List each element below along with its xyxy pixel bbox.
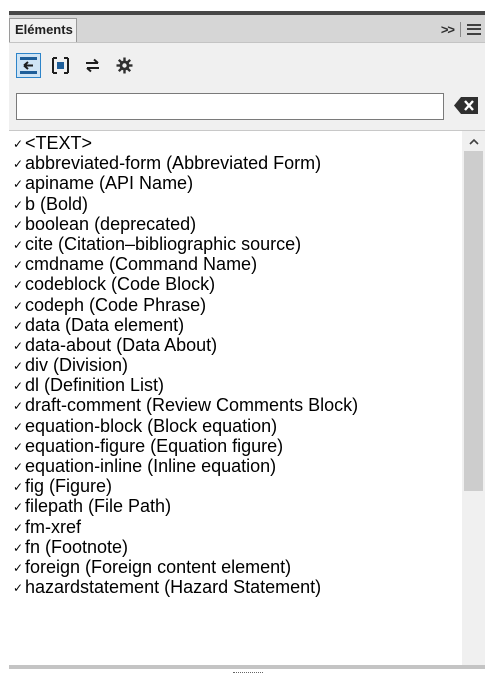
list-item-label: fm-xref: [25, 516, 81, 537]
list-item[interactable]: ✓ filepath (File Path): [13, 496, 461, 516]
list-item-label: <TEXT>: [25, 133, 93, 153]
settings-button[interactable]: [112, 53, 137, 78]
tab-elements[interactable]: Eléments: [9, 18, 77, 42]
list-item-label: codeblock (Code Block): [25, 274, 216, 295]
scroll-up-button[interactable]: [462, 133, 485, 149]
list-item[interactable]: ✓ cite (Citation–bibliographic source): [13, 234, 461, 254]
list-item-label: fig (Figure): [25, 476, 113, 497]
list-item-label: foreign (Foreign content element): [25, 556, 292, 577]
checkmark-icon: ✓: [13, 197, 24, 212]
checkmark-icon: ✓: [13, 460, 24, 474]
list-item[interactable]: ✓ boolean (deprecated): [13, 214, 461, 234]
checkmark-icon: ✓: [13, 177, 24, 192]
element-list-items: ✓ <TEXT> ✓ abbreviated-form (Abbreviated Fo…: [13, 133, 461, 597]
insert-element-button[interactable]: [16, 53, 41, 78]
list-item[interactable]: ✓ equation-block (Block equation): [13, 416, 461, 436]
checkmark-icon: ✓: [13, 581, 24, 596]
clear-search-icon: [454, 97, 478, 114]
list-item-label: equation-figure (Equation figure): [25, 435, 284, 456]
list-item[interactable]: ✓ draft-comment (Review Comments Block): [13, 395, 461, 415]
change-element-button[interactable]: [80, 53, 105, 78]
list-item-label: equation-block (Block equation): [25, 415, 278, 436]
checkmark-icon: ✓: [13, 258, 24, 273]
element-search-input[interactable]: [16, 93, 444, 120]
checkmark-icon: ✓: [13, 379, 24, 394]
list-item[interactable]: ✓ dl (Definition List): [13, 375, 461, 395]
list-item[interactable]: ✓ abbreviated-form (Abbreviated Form): [13, 153, 461, 173]
checkmark-icon: ✓: [13, 217, 24, 232]
elements-panel: Eléments >> ✓ <TEXT> ✓ abbreviated-form …: [9, 15, 485, 673]
list-item[interactable]: ✓ data (Data element): [13, 315, 461, 335]
checkmark-icon: ✓: [13, 540, 24, 555]
settings-gear-icon: [116, 57, 133, 74]
list-item-label: dl (Definition List): [25, 375, 165, 396]
checkmark-icon: ✓: [13, 560, 24, 575]
checkmark-icon: ✓: [13, 338, 24, 353]
list-item[interactable]: ✓ hazardstatement (Hazard Statement): [13, 577, 461, 597]
checkmark-icon: ✓: [13, 439, 24, 454]
list-item[interactable]: ✓ codeblock (Code Block): [13, 274, 461, 294]
wrap-element-button[interactable]: [48, 53, 73, 78]
checkmark-icon: ✓: [13, 500, 24, 515]
scroll-thumb[interactable]: [464, 151, 483, 491]
list-item-label: div (Division): [25, 355, 129, 376]
list-item[interactable]: ✓ fm-xref: [13, 517, 461, 537]
expand-panel-icon[interactable]: >>: [441, 22, 455, 37]
list-item-label: cmdname (Command Name): [25, 254, 258, 275]
wrap-element-icon: [52, 57, 69, 74]
checkmark-icon: ✓: [13, 137, 24, 151]
list-item[interactable]: ✓ div (Division): [13, 355, 461, 375]
list-item-label: filepath (File Path): [25, 496, 172, 517]
vertical-scrollbar[interactable]: [462, 131, 485, 666]
list-item[interactable]: ✓ foreign (Foreign content element): [13, 557, 461, 577]
list-item-label: apiname (API Name): [25, 173, 194, 194]
list-item-label: data (Data element): [25, 314, 185, 335]
panel-menu-icon[interactable]: [467, 23, 481, 35]
list-item[interactable]: ✓ equation-figure (Equation figure): [13, 436, 461, 456]
checkmark-icon: ✓: [13, 520, 24, 535]
list-item-label: b (Bold): [25, 193, 89, 214]
panel-tab-bar: Eléments >>: [9, 15, 485, 43]
element-list: ✓ <TEXT> ✓ abbreviated-form (Abbreviated Fo…: [9, 130, 485, 666]
list-item[interactable]: ✓ b (Bold): [13, 194, 461, 214]
element-toolbar: [16, 53, 137, 79]
insert-element-icon: [20, 57, 37, 74]
list-item[interactable]: ✓ <TEXT>: [13, 133, 461, 153]
list-item-label: cite (Citation–bibliographic source): [25, 233, 302, 254]
checkmark-icon: ✓: [13, 419, 24, 434]
checkmark-icon: ✓: [13, 359, 24, 374]
list-item-label: boolean (deprecated): [25, 213, 197, 234]
list-item[interactable]: ✓ fn (Footnote): [13, 537, 461, 557]
list-item[interactable]: ✓ equation-inline (Inline equation): [13, 456, 461, 476]
controls-divider: [460, 21, 461, 37]
list-item-label: data-about (Data About): [25, 334, 218, 355]
checkmark-icon: ✓: [13, 298, 24, 313]
panel-bottom-border: [9, 665, 485, 669]
list-item[interactable]: ✓ codeph (Code Phrase): [13, 295, 461, 315]
panel-controls: >>: [441, 21, 481, 37]
chevron-up-icon: [468, 138, 479, 145]
list-item-label: fn (Footnote): [25, 536, 129, 557]
list-item[interactable]: ✓ fig (Figure): [13, 476, 461, 496]
checkmark-icon: ✓: [13, 318, 24, 333]
clear-search-button[interactable]: [453, 96, 479, 115]
list-item[interactable]: ✓ data-about (Data About): [13, 335, 461, 355]
change-element-icon: [86, 58, 99, 73]
list-item-label: hazardstatement (Hazard Statement): [25, 577, 322, 598]
checkmark-icon: ✓: [13, 399, 24, 414]
checkmark-icon: ✓: [13, 278, 24, 293]
list-item-label: codeph (Code Phrase): [25, 294, 207, 315]
checkmark-icon: ✓: [13, 480, 24, 495]
checkmark-icon: ✓: [13, 157, 24, 172]
list-item-label: equation-inline (Inline equation): [25, 456, 277, 476]
list-item[interactable]: ✓ apiname (API Name): [13, 173, 461, 193]
checkmark-icon: ✓: [13, 237, 24, 252]
list-item[interactable]: ✓ cmdname (Command Name): [13, 254, 461, 274]
list-item-label: draft-comment (Review Comments Block): [25, 395, 359, 416]
list-item-label: abbreviated-form (Abbreviated Form): [25, 153, 322, 174]
